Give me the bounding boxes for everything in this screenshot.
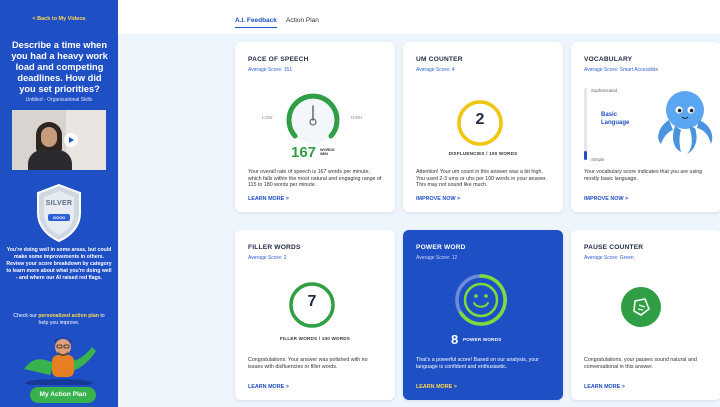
card-average: Average Score: 2 [248, 255, 287, 261]
card-title: PAUSE COUNTER [584, 244, 644, 251]
card-description: That's a powerful score! Based on our an… [416, 357, 539, 370]
video-subtitle: Untitled - Organizational Skills [25, 97, 93, 103]
filler-value: 7 [307, 293, 317, 310]
card-vocabulary: VOCABULARY Average Score: Smart Accessib… [571, 42, 720, 212]
card-title: PACE OF SPEECH [248, 56, 309, 63]
feedback-grid: PACE OF SPEECH Average Score: 151 LOW HI… [118, 34, 720, 407]
card-average: Average Score: 4 [416, 67, 455, 73]
card-pause-counter: PAUSE COUNTER Average Score: Green Congr… [571, 230, 720, 400]
power-value: 8 [451, 332, 459, 347]
improve-now-link[interactable]: IMPROVE NOW > [584, 196, 628, 202]
learn-more-link[interactable]: LEARN MORE > [584, 384, 625, 390]
card-average: Average Score: 12 [416, 255, 458, 261]
my-action-plan-button[interactable]: My Action Plan [30, 387, 96, 403]
pace-unit-line2: /MIN [320, 152, 329, 157]
um-value: 2 [475, 111, 485, 128]
main-area: A.I. Feedback Action Plan PACE OF SPEECH… [118, 0, 720, 407]
card-average: Average Score: 151 [248, 67, 293, 73]
card-power-word: POWER WORD Average Score: 12 8 POWER WOR… [403, 230, 563, 400]
tab-ai-feedback[interactable]: A.I. Feedback [235, 17, 277, 28]
power-caption: POWER WORDS [463, 337, 502, 342]
speedometer-icon [286, 93, 340, 144]
card-title: VOCABULARY [584, 56, 633, 63]
scale-bottom-label: Simple [591, 157, 605, 162]
card-title: POWER WORD [416, 244, 466, 251]
learn-more-link[interactable]: LEARN MORE > [248, 196, 289, 202]
badge-sub-label: GOOD [52, 215, 66, 220]
card-title: FILLER WORDS [248, 244, 301, 251]
smiley-icon [455, 274, 507, 326]
overall-feedback: You're doing well in some areas, but cou… [6, 247, 112, 281]
learn-more-link[interactable]: LEARN MORE > [416, 384, 457, 390]
vocabulary-level-fill [584, 151, 587, 160]
card-um-counter: UM COUNTER Average Score: 4 2 DISFLUENCI… [403, 42, 563, 212]
back-to-videos-link[interactable]: < Back to My Videos [0, 16, 118, 22]
card-description: Your vocabulary score indicates that you… [584, 169, 703, 182]
card-description: Congratulations: Your answer was polishe… [248, 357, 368, 370]
scale-top-label: Sophisticated [591, 88, 618, 93]
gauge-low-label: LOW [262, 115, 273, 120]
pace-value: 167 [291, 144, 317, 161]
video-thumbnail[interactable] [12, 110, 106, 170]
badge-label: SILVER [45, 200, 73, 207]
tab-bar: A.I. Feedback Action Plan [118, 0, 720, 34]
pace-unit: WORDS /MIN [320, 148, 335, 157]
pause-status-icon [621, 287, 661, 327]
coach-character-illustration [24, 337, 96, 385]
vocabulary-scale [584, 88, 587, 160]
learn-more-link[interactable]: LEARN MORE > [248, 384, 289, 390]
octopus-icon [658, 91, 713, 154]
card-filler-words: FILLER WORDS Average Score: 2 7 FILLER W… [235, 230, 395, 400]
card-average: Average Score: Smart Accessible [584, 67, 659, 73]
card-description: Congratulations, your pauses sound natur… [584, 357, 697, 370]
vocabulary-level: Basic Language [601, 112, 630, 126]
sidebar: < Back to My Videos Describe a time when… [0, 0, 118, 407]
shield-icon [37, 183, 81, 243]
score-badge: SILVER GOOD [34, 183, 84, 243]
improve-now-link[interactable]: IMPROVE NOW > [416, 196, 460, 202]
interview-question: Describe a time when you had a heavy wor… [11, 40, 108, 94]
card-description: Attention! Your um count in this answer … [416, 169, 547, 189]
card-average: Average Score: Green [584, 255, 634, 261]
plan-highlight: personalized action plan [38, 313, 99, 319]
card-title: UM COUNTER [416, 56, 463, 63]
play-icon[interactable] [64, 133, 78, 147]
gauge-high-label: HIGH [351, 115, 363, 120]
card-pace-of-speech: PACE OF SPEECH Average Score: 151 LOW HI… [235, 42, 395, 212]
tab-action-plan[interactable]: Action Plan [286, 17, 319, 24]
plan-prefix: Check our [13, 313, 39, 319]
card-description: Your overall rate of speech is 167 words… [248, 169, 382, 189]
filler-caption: FILLER WORDS / 100 WORDS [279, 336, 351, 341]
um-caption: DISFLUENCIES / 100 WORDS [448, 151, 518, 156]
